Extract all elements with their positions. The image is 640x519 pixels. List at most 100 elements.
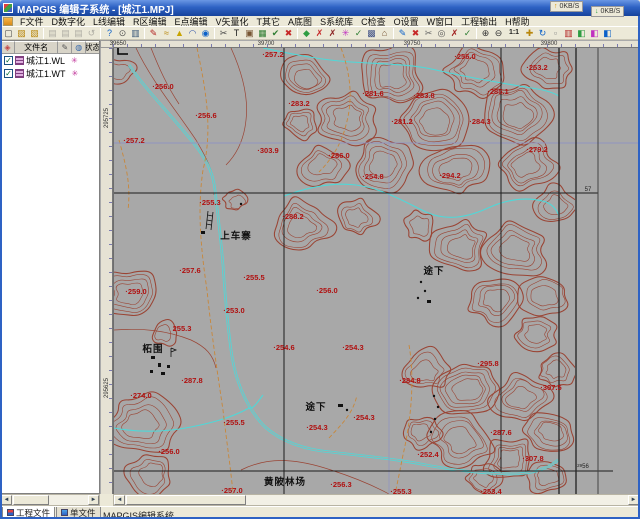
map-canvas[interactable]: ·257.2·256.0·256.6·257.2·283.2·303.9·286… (113, 48, 640, 494)
refresh-view-button[interactable]: ↻ (536, 27, 549, 39)
spot-height-label: ·253.2 (526, 63, 547, 72)
spot-height-label: ·295.8 (477, 359, 498, 368)
window-tile-button[interactable]: ▥ (562, 27, 575, 39)
spot-height-label: ·281.2 (391, 117, 412, 126)
spot-height-label: ·255.5 (243, 273, 264, 282)
spot-height-label: ·255.5 (223, 418, 244, 427)
draw-area-button[interactable]: ▲ (173, 27, 186, 39)
help-button[interactable]: ? (103, 27, 116, 39)
main-toolbar: ▢▨▧▤▤▤↺?⊙▥✎≈▲◠◉✂T▣▦✔✖◆✗✗✳✓▩⌂✎✖✂◎✗✓⊕⊖1:1✚… (0, 27, 640, 40)
menu-item-5[interactable]: E点编辑 (171, 15, 212, 28)
accept-button[interactable]: ✓ (461, 27, 474, 39)
place-name-label: 途下 (305, 401, 326, 413)
save-as-button[interactable]: ▤ (59, 27, 72, 39)
tool-b-button[interactable]: ◧ (588, 27, 601, 39)
tool-a-button[interactable]: ◧ (575, 27, 588, 39)
pattern-button[interactable]: ✳ (339, 27, 352, 39)
map-hscrollbar[interactable]: ◄ ► (113, 494, 640, 506)
tool-c-button[interactable]: ◧ (601, 27, 614, 39)
zoom-in-button[interactable]: ⊕ (479, 27, 492, 39)
fill-color-button[interactable]: ◆ (300, 27, 313, 39)
menu-item-14[interactable]: H帮助 (501, 15, 534, 28)
menu-item-1[interactable]: F文件 (16, 15, 48, 28)
menu-item-3[interactable]: L线编辑 (89, 15, 129, 28)
spot-height-label: ·255.3 (390, 487, 411, 494)
print-button[interactable]: ▥ (129, 27, 142, 39)
draw-circle-button[interactable]: ◉ (199, 27, 212, 39)
layer-visibility-checkbox[interactable]: ✓ (4, 56, 13, 65)
menu-item-13[interactable]: 工程输出 (457, 15, 501, 28)
place-name-label: 柘围 (141, 343, 163, 355)
window-border-left (0, 16, 2, 519)
delete-button[interactable]: ✖ (282, 27, 295, 39)
spot-height-label: ·294.2 (439, 171, 460, 180)
scroll-thumb[interactable] (13, 495, 49, 505)
upload-arrow-icon: ↑ (554, 3, 558, 10)
layer-row-1[interactable]: ✓城江1.WL✳ (1, 54, 99, 67)
open-file-button[interactable]: ▨ (15, 27, 28, 39)
spot-height-label: ·254.3 (342, 343, 363, 352)
place-name-label: 上车寨 (220, 230, 252, 242)
layer-file-name[interactable]: 城江1.WL (26, 54, 65, 67)
cut-button[interactable]: ✂ (217, 27, 230, 39)
prev-view-button[interactable]: ▫ (549, 27, 562, 39)
zoom-out-button[interactable]: ⊖ (492, 27, 505, 39)
spot-height-label: 255.3 (173, 324, 192, 333)
reject-button[interactable]: ✗ (448, 27, 461, 39)
scroll-left-icon[interactable]: ◄ (114, 495, 125, 505)
erase-button[interactable]: ✖ (409, 27, 422, 39)
layer-visibility-checkbox[interactable]: ✓ (4, 69, 13, 78)
spot-height-label: ·281.6 (362, 89, 383, 98)
column-state[interactable]: 状态 (86, 41, 99, 54)
spot-height-label: ·259.0 (125, 287, 146, 296)
home-view-button[interactable]: ⌂ (378, 27, 391, 39)
zoom-1-1-button[interactable]: 1:1 (505, 27, 523, 39)
map-svg: ·257.2·256.0·256.6·257.2·283.2·303.9·286… (114, 48, 640, 494)
spot-height-label: ·254.8 (362, 172, 383, 181)
menu-item-12[interactable]: W窗口 (423, 15, 458, 28)
menu-item-10[interactable]: C检查 (357, 15, 390, 28)
scroll-thumb[interactable] (126, 495, 246, 505)
menu-item-9[interactable]: S系统库 (316, 15, 357, 28)
scroll-left-icon[interactable]: ◄ (1, 495, 12, 505)
open-project-button[interactable]: ▧ (28, 27, 41, 39)
draw-line-button[interactable]: ≈ (160, 27, 173, 39)
grid-tool-button[interactable]: ▩ (365, 27, 378, 39)
menu-item-6[interactable]: V矢量化 (212, 15, 253, 28)
snap-button[interactable]: ◎ (435, 27, 448, 39)
draw-arc-button[interactable]: ◠ (186, 27, 199, 39)
spot-height-label: ·256.0 (152, 82, 173, 91)
spot-height-label: ·287.8 (181, 376, 202, 385)
clip-button[interactable]: ✂ (422, 27, 435, 39)
column-filename[interactable]: 文件名 (15, 41, 59, 54)
panel-hscrollbar[interactable]: ◄ ► (0, 494, 100, 506)
new-file-button[interactable]: ▢ (2, 27, 15, 39)
edit-pen-button[interactable]: ✎ (396, 27, 409, 39)
revert-button[interactable]: ↺ (85, 27, 98, 39)
topo-check-button[interactable]: ✓ (352, 27, 365, 39)
paste-button[interactable]: ▣ (243, 27, 256, 39)
draw-point-button[interactable]: ✎ (147, 27, 160, 39)
menu-item-8[interactable]: A底图 (284, 15, 316, 28)
scroll-right-icon[interactable]: ► (88, 495, 99, 505)
spot-height-label: ·257.0 (221, 486, 242, 494)
save-button[interactable]: ▤ (46, 27, 59, 39)
network-monitor-down: ↓ 0KB/S (591, 6, 624, 17)
preview-button[interactable]: ⊙ (116, 27, 129, 39)
line-delete-button[interactable]: ✗ (313, 27, 326, 39)
save-all-button[interactable]: ▤ (72, 27, 85, 39)
ruler-label: 295725 (101, 98, 113, 138)
spot-height-label: ·284.3 (469, 117, 490, 126)
pan-button[interactable]: ✚ (523, 27, 536, 39)
menu-item-4[interactable]: R区编辑 (129, 15, 171, 28)
menu-item-7[interactable]: T其它 (253, 15, 285, 28)
menu-item-11[interactable]: O设置 (390, 15, 423, 28)
confirm-button[interactable]: ✔ (269, 27, 282, 39)
node-delete-button[interactable]: ✗ (326, 27, 339, 39)
layer-file-name[interactable]: 城江1.WT (26, 67, 66, 80)
layer-panel-header: ◈ 文件名 ✎ ◍ 状态 (1, 41, 99, 54)
text-tool-button[interactable]: T (230, 27, 243, 39)
menu-item-2[interactable]: D数字化 (48, 15, 90, 28)
attr-table-button[interactable]: ▦ (256, 27, 269, 39)
layer-row-2[interactable]: ✓城江1.WT✳ (1, 67, 99, 80)
